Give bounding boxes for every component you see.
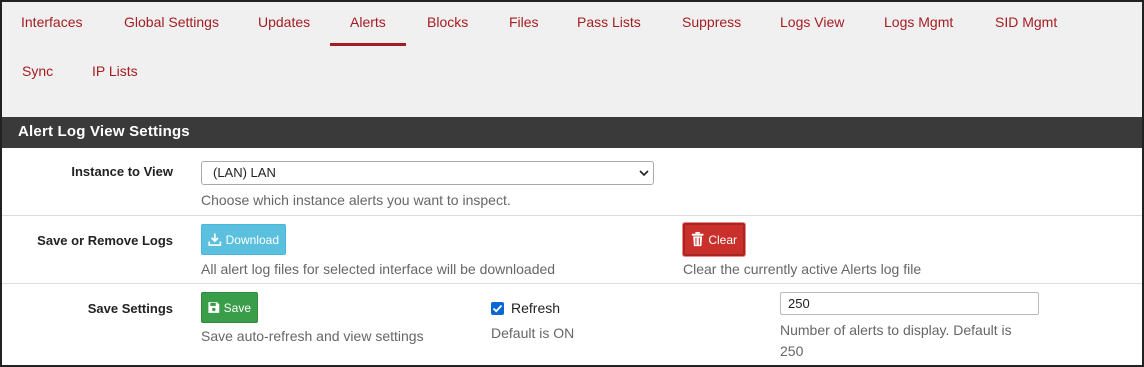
tab-sid-mgmt[interactable]: SID Mgmt <box>995 14 1057 30</box>
refresh-help: Default is ON <box>491 325 575 341</box>
download-help: All alert log files for selected interfa… <box>201 261 556 277</box>
floppy-disk-icon <box>208 302 220 313</box>
clear-help: Clear the currently active Alerts log fi… <box>683 261 922 277</box>
download-button-label: Download <box>225 232 279 247</box>
clear-button-label: Clear <box>708 232 737 247</box>
tab-logs-mgmt[interactable]: Logs Mgmt <box>884 14 953 30</box>
tab-files[interactable]: Files <box>509 14 539 30</box>
alert-count-input[interactable]: 250 <box>780 292 1039 315</box>
tab-suppress[interactable]: Suppress <box>682 14 741 30</box>
clear-button[interactable]: Clear <box>683 223 745 256</box>
save-button[interactable]: Save <box>201 292 258 323</box>
alert-count-help-line2: 250 <box>780 343 804 359</box>
active-tab-indicator <box>330 43 406 46</box>
chevron-down-icon <box>639 170 649 177</box>
panel-heading: Alert Log View Settings <box>2 117 1142 148</box>
refresh-checkbox[interactable] <box>491 302 504 315</box>
instance-row: Instance to View (LAN) LAN Choose which … <box>2 148 1142 216</box>
settings-label: Save Settings <box>87 301 173 316</box>
logs-label: Save or Remove Logs <box>37 233 173 248</box>
instance-help: Choose which instance alerts you want to… <box>201 192 511 208</box>
alert-count-value: 250 <box>788 296 810 311</box>
alert-count-help-line1: Number of alerts to display. Default is <box>780 322 1012 338</box>
refresh-label[interactable]: Refresh <box>511 300 560 316</box>
save-button-label: Save <box>223 300 251 315</box>
tab-bar: Interfaces Global Settings Updates Alert… <box>2 2 1142 117</box>
trash-icon <box>691 231 704 247</box>
tab-sync[interactable]: Sync <box>22 63 53 79</box>
tab-global-settings[interactable]: Global Settings <box>124 14 219 30</box>
tab-blocks[interactable]: Blocks <box>427 14 468 30</box>
tab-interfaces[interactable]: Interfaces <box>21 14 82 30</box>
save-help: Save auto-refresh and view settings <box>201 328 424 344</box>
instance-label: Instance to View <box>71 164 173 179</box>
logs-row: Save or Remove Logs Download All alert l… <box>2 216 1142 284</box>
download-icon <box>208 233 222 246</box>
check-icon <box>492 304 503 313</box>
tab-logs-view[interactable]: Logs View <box>780 14 844 30</box>
settings-row: Save Settings Save Save auto-refresh and… <box>2 284 1142 365</box>
tab-pass-lists[interactable]: Pass Lists <box>577 14 641 30</box>
instance-select-value: (LAN) LAN <box>213 165 276 180</box>
tab-ip-lists[interactable]: IP Lists <box>92 63 138 79</box>
tab-updates[interactable]: Updates <box>258 14 310 30</box>
download-button[interactable]: Download <box>201 224 286 255</box>
instance-select[interactable]: (LAN) LAN <box>201 161 654 185</box>
tab-alerts[interactable]: Alerts <box>350 14 386 30</box>
snort-alerts-page: Interfaces Global Settings Updates Alert… <box>0 0 1144 367</box>
